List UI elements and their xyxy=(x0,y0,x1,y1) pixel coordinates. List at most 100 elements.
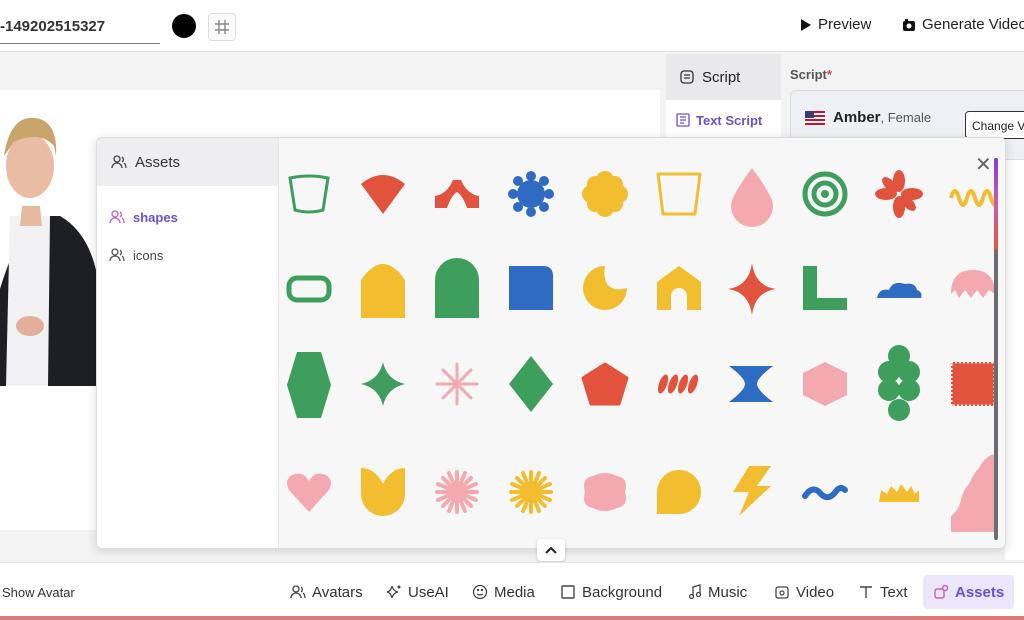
rounded-trapezoid-outline-shape-icon[interactable] xyxy=(285,170,333,218)
tool-media[interactable]: Media xyxy=(462,575,545,609)
background-icon xyxy=(561,585,575,599)
tool-label: Media xyxy=(494,583,535,601)
tab-script[interactable]: Script xyxy=(666,54,781,100)
rounded-drop-shape-icon[interactable] xyxy=(655,468,703,516)
arch-shape-icon[interactable] xyxy=(433,256,481,320)
change-voice-button[interactable]: Change Voice xyxy=(965,111,1024,139)
video-icon xyxy=(775,586,789,599)
us-flag-icon xyxy=(805,110,825,125)
preview-button[interactable]: Preview xyxy=(800,16,871,33)
bottom-edge xyxy=(0,616,1024,620)
assets-icon xyxy=(934,584,949,599)
required-mark: * xyxy=(826,67,832,82)
gear-flower-shape-icon[interactable] xyxy=(507,170,555,218)
asterisk-shape-icon[interactable] xyxy=(875,170,923,218)
cloud-shape-icon[interactable] xyxy=(875,268,923,316)
house-shape-icon[interactable] xyxy=(655,264,703,312)
top-bar: -149202515327 Preview Generate Video xyxy=(0,0,1024,52)
users-icon xyxy=(111,155,127,169)
chevron-up-icon xyxy=(545,546,557,554)
semicircle-shape-icon[interactable] xyxy=(359,170,407,218)
grid-toggle-button[interactable] xyxy=(208,13,236,41)
wave-shape-icon[interactable] xyxy=(949,170,997,218)
tool-music[interactable]: Music xyxy=(678,575,757,609)
script-panel-body xyxy=(1005,160,1024,560)
tool-text[interactable]: Text xyxy=(848,575,918,609)
tab-script-label: Script xyxy=(702,68,741,86)
tool-label: Text xyxy=(880,583,908,601)
tool-avatars[interactable]: Avatars xyxy=(280,575,373,609)
sparkle-shape-icon[interactable] xyxy=(727,262,777,316)
close-icon[interactable]: ✕ xyxy=(975,152,992,177)
hourglass-shape-icon[interactable] xyxy=(727,360,775,408)
crescent-shape-icon[interactable] xyxy=(581,264,629,312)
lightning-shape-icon[interactable] xyxy=(727,464,775,518)
cloud-column-shape-icon[interactable] xyxy=(875,344,923,424)
trapezoid-outline-shape-icon[interactable] xyxy=(655,170,703,218)
tool-background[interactable]: Background xyxy=(550,575,672,609)
tool-useai[interactable]: UseAI xyxy=(376,575,459,609)
pill-outline-shape-icon[interactable] xyxy=(285,264,333,312)
shapes-grid xyxy=(279,138,1005,548)
starburst-shape-icon[interactable] xyxy=(433,360,481,408)
play-icon xyxy=(801,18,811,31)
users-icon xyxy=(109,248,125,262)
pentagon-shape-icon[interactable] xyxy=(581,360,629,408)
tool-label: Assets xyxy=(955,583,1005,601)
color-picker-button[interactable] xyxy=(172,14,196,38)
scrollbar-thumb[interactable] xyxy=(994,158,998,250)
users-icon xyxy=(109,210,125,224)
media-icon xyxy=(472,584,488,600)
tool-video[interactable]: Video xyxy=(764,575,844,609)
starburst-shape-icon[interactable] xyxy=(433,468,481,516)
assets-category-shapes[interactable]: shapes xyxy=(97,198,278,236)
ai-sparkle-icon xyxy=(386,585,401,599)
l-shape-icon[interactable] xyxy=(801,264,849,312)
text-icon xyxy=(860,586,872,598)
leaf-branch-shape-icon[interactable] xyxy=(655,360,703,408)
show-avatar-toggle[interactable]: Show Avatar xyxy=(2,585,75,600)
generate-label: Generate Video xyxy=(922,16,1024,33)
tool-label: Music xyxy=(708,583,748,601)
assets-category-icons[interactable]: icons xyxy=(97,236,278,274)
drop-shape-icon[interactable] xyxy=(727,166,777,228)
crown-shape-icon[interactable] xyxy=(875,468,923,516)
chevron-shape-icon[interactable] xyxy=(433,170,481,218)
project-name-input[interactable]: -149202515327 xyxy=(0,16,160,44)
arch-shape-icon[interactable] xyxy=(359,256,407,320)
squiggle-shape-icon[interactable] xyxy=(801,468,849,516)
tool-assets[interactable]: Assets xyxy=(923,575,1015,609)
four-point-star-shape-icon[interactable] xyxy=(359,360,407,408)
assets-panel: Assets shapes icons ✕ xyxy=(96,137,1006,549)
script-field-label: Script* xyxy=(790,67,832,82)
avatar[interactable] xyxy=(0,96,100,386)
hexagon-shape-icon[interactable] xyxy=(285,350,333,420)
tool-label: Background xyxy=(582,583,663,601)
tulip-shape-icon[interactable] xyxy=(359,466,407,518)
document-icon xyxy=(680,70,694,84)
avatar-figure xyxy=(0,117,100,386)
stamp-shape-icon[interactable] xyxy=(949,360,997,408)
flower-shape-icon[interactable] xyxy=(581,170,629,218)
blob-shape-icon[interactable] xyxy=(581,468,629,516)
assets-header: Assets xyxy=(97,138,278,186)
grid-icon xyxy=(215,20,229,34)
heart-shape-icon[interactable] xyxy=(285,468,333,516)
scalloped-dome-shape-icon[interactable] xyxy=(949,264,997,312)
hexagon-shape-icon[interactable] xyxy=(801,360,849,408)
target-shape-icon[interactable] xyxy=(801,170,849,218)
voice-gender: , Female xyxy=(880,110,932,125)
scrollbar[interactable] xyxy=(994,158,998,540)
generate-video-button[interactable]: Generate Video xyxy=(902,16,1024,33)
category-label: shapes xyxy=(133,209,178,225)
collapse-panel-button[interactable] xyxy=(537,539,565,561)
assets-sidebar: Assets shapes icons xyxy=(97,138,279,548)
text-script-tab[interactable]: Text Script xyxy=(666,100,781,140)
diamond-shape-icon[interactable] xyxy=(507,354,555,414)
stair-wave-shape-icon[interactable] xyxy=(949,450,997,534)
assets-title: Assets xyxy=(135,153,181,171)
rounded-square-shape-icon[interactable] xyxy=(507,264,555,312)
music-icon xyxy=(688,584,702,600)
category-label: icons xyxy=(133,247,164,263)
sunburst-shape-icon[interactable] xyxy=(507,468,555,516)
